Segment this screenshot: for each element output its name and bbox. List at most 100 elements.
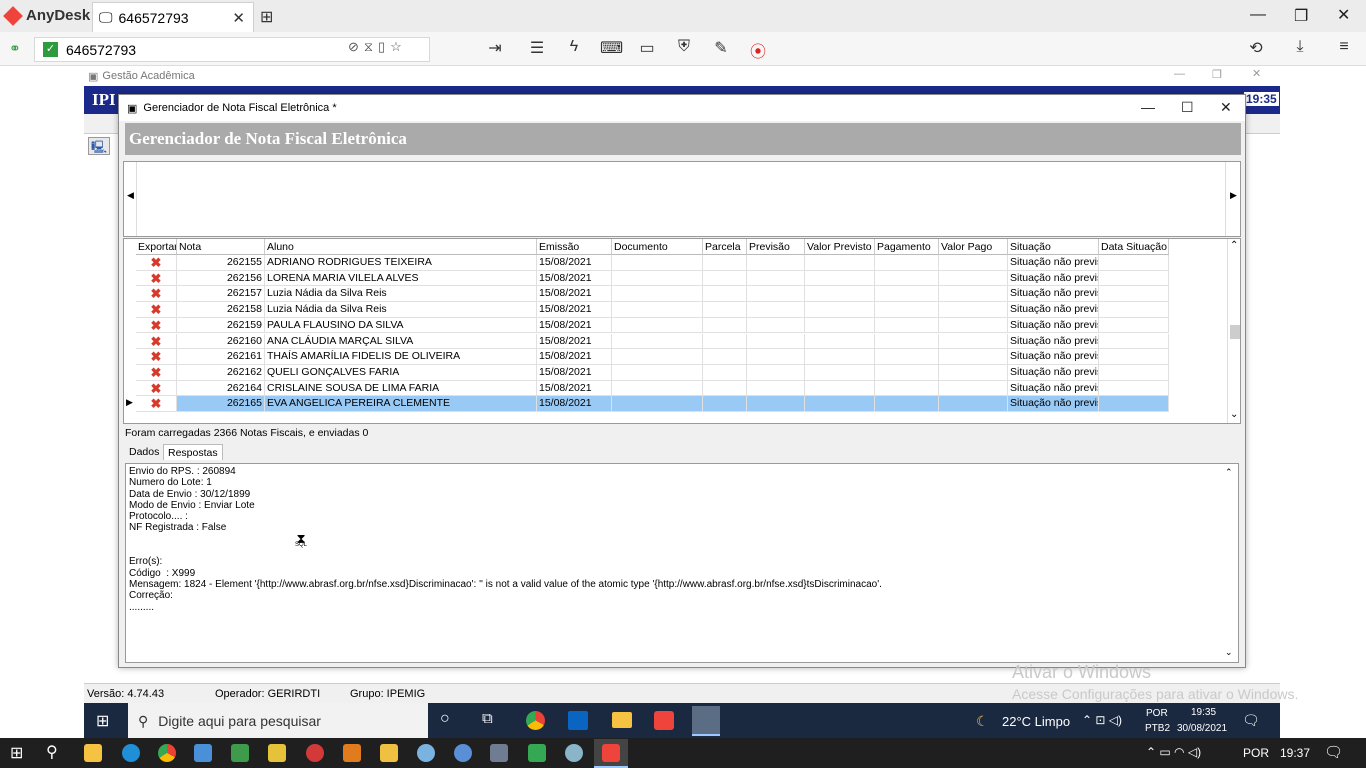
table-cell[interactable]: 15/08/2021 [537, 396, 612, 412]
scroll-thumb[interactable] [1230, 325, 1240, 339]
table-cell[interactable] [939, 255, 1008, 271]
table-cell[interactable] [875, 380, 939, 397]
table-cell[interactable] [1099, 270, 1169, 287]
table-cell[interactable] [875, 270, 939, 287]
table-cell[interactable] [1099, 302, 1169, 318]
app-icon-1[interactable] [194, 744, 212, 762]
search-icon[interactable]: ⚲ [46, 742, 58, 762]
table-cell[interactable]: 262158 [177, 302, 265, 318]
main-restore-icon[interactable]: ❐ [1212, 68, 1222, 81]
table-cell[interactable]: CRISLAINE SOUSA DE LIMA FARIA [265, 380, 537, 397]
table-cell[interactable]: 262162 [177, 364, 265, 381]
table-cell[interactable] [747, 396, 805, 412]
table-cell[interactable] [875, 286, 939, 303]
local-lang[interactable]: POR [1243, 746, 1269, 760]
remote-date[interactable]: 30/08/2021 [1177, 723, 1227, 734]
table-cell[interactable]: 262159 [177, 317, 265, 334]
table-cell[interactable] [875, 317, 939, 334]
export-x-icon[interactable]: ✖ [136, 286, 177, 303]
table-cell[interactable] [875, 364, 939, 381]
table-cell[interactable]: QUELI GONÇALVES FARIA [265, 364, 537, 381]
table-cell[interactable]: 15/08/2021 [537, 255, 612, 271]
export-x-icon[interactable]: ✖ [136, 380, 177, 397]
restore-icon[interactable]: ❐ [1294, 6, 1308, 26]
table-cell[interactable] [805, 364, 875, 381]
table-cell[interactable] [612, 333, 703, 350]
grid-vertical-scrollbar[interactable]: ⌃ ⌄ [1227, 239, 1240, 423]
table-row[interactable]: ✖ 262158 Luzia Nádia da Silva Reis 15/08/20… [136, 302, 1170, 318]
table-cell[interactable] [747, 302, 805, 318]
table-cell[interactable] [1099, 255, 1169, 271]
table-cell[interactable] [939, 317, 1008, 334]
table-cell[interactable]: Situação não previsti [1008, 349, 1099, 365]
app-icon-6[interactable] [380, 744, 398, 762]
table-cell[interactable]: Situação não previsti [1008, 396, 1099, 412]
table-cell[interactable] [805, 302, 875, 318]
table-cell[interactable]: 15/08/2021 [537, 317, 612, 334]
table-cell[interactable] [939, 380, 1008, 397]
table-cell[interactable]: 15/08/2021 [537, 333, 612, 350]
table-cell[interactable]: 15/08/2021 [537, 286, 612, 303]
table-cell[interactable]: PAULA FLAUSINO DA SILVA [265, 317, 537, 334]
table-cell[interactable] [612, 302, 703, 318]
table-cell[interactable]: Situação não previsti [1008, 270, 1099, 287]
app-icon-7[interactable] [417, 744, 435, 762]
permissions-icon[interactable]: ⛨ [673, 38, 695, 56]
table-cell[interactable] [1099, 396, 1169, 412]
table-cell[interactable] [939, 333, 1008, 350]
remote-start-icon[interactable]: ⊞ [96, 711, 109, 731]
column-header[interactable]: Data Situação [1099, 239, 1169, 255]
table-cell[interactable] [703, 270, 747, 287]
switch-side-icon[interactable]: ⇥ [484, 38, 506, 58]
column-header[interactable]: Previsão [747, 239, 805, 255]
remote-app-active-icon[interactable] [692, 706, 720, 736]
anydesk-taskbar-active[interactable] [594, 739, 628, 768]
table-cell[interactable] [1099, 333, 1169, 350]
table-cell[interactable] [805, 317, 875, 334]
app-icon-8[interactable] [454, 744, 472, 762]
remote-search-box[interactable]: ⚲ Digite aqui para pesquisar [128, 703, 428, 739]
scroll-right-icon[interactable]: ▶ [1230, 190, 1237, 201]
table-cell[interactable] [875, 302, 939, 318]
table-cell[interactable] [703, 364, 747, 381]
address-actions[interactable]: ⊘⧖▯☆ [348, 39, 407, 55]
table-cell[interactable] [703, 317, 747, 334]
chat-icon[interactable]: ☰ [526, 38, 548, 58]
remote-outlook-icon[interactable] [568, 711, 588, 730]
resp-scroll-up-icon[interactable]: ⌃ [1225, 467, 1233, 478]
export-x-icon[interactable]: ✖ [136, 270, 177, 287]
actions-icon[interactable]: ϟ [563, 38, 585, 56]
table-cell[interactable]: 262164 [177, 380, 265, 397]
table-cell[interactable] [703, 396, 747, 412]
table-cell[interactable]: 15/08/2021 [537, 364, 612, 381]
table-cell[interactable] [939, 270, 1008, 287]
resp-scroll-down-icon[interactable]: ⌄ [1225, 647, 1233, 658]
table-cell[interactable] [703, 255, 747, 271]
display-icon[interactable]: ▭ [636, 38, 658, 58]
table-cell[interactable] [875, 396, 939, 412]
remote-explorer-icon[interactable] [612, 712, 632, 728]
table-cell[interactable] [805, 396, 875, 412]
table-cell[interactable] [747, 286, 805, 303]
table-cell[interactable]: 262161 [177, 349, 265, 365]
table-cell[interactable] [747, 380, 805, 397]
chrome-icon[interactable] [158, 744, 176, 762]
column-header[interactable]: Emissão [537, 239, 612, 255]
table-cell[interactable]: ANA CLÁUDIA MARÇAL SILVA [265, 333, 537, 350]
table-cell[interactable] [612, 255, 703, 271]
session-tab[interactable]: 🖵 646572793 ✕ [92, 2, 254, 32]
table-cell[interactable]: 262160 [177, 333, 265, 350]
download-icon[interactable]: ⤓ [1289, 38, 1311, 56]
table-cell[interactable] [612, 286, 703, 303]
table-cell[interactable]: 262165 [177, 396, 265, 412]
table-cell[interactable] [1099, 317, 1169, 334]
tray-icons[interactable]: ⌃ ⊡ ◁) [1082, 713, 1122, 727]
table-cell[interactable] [612, 270, 703, 287]
scroll-up-icon[interactable]: ⌃ [1230, 240, 1238, 251]
table-row[interactable]: ✖ 262162 QUELI GONÇALVES FARIA 15/08/2021 Si… [136, 364, 1170, 381]
table-cell[interactable]: EVA ANGELICA PEREIRA CLEMENTE [265, 396, 537, 412]
table-row[interactable]: ✖ 262161 THAÍS AMARÍLIA FIDELIS DE OLIVEIR… [136, 349, 1170, 365]
draw-icon[interactable]: ✎ [710, 38, 732, 58]
table-cell[interactable] [703, 349, 747, 365]
table-cell[interactable] [939, 349, 1008, 365]
